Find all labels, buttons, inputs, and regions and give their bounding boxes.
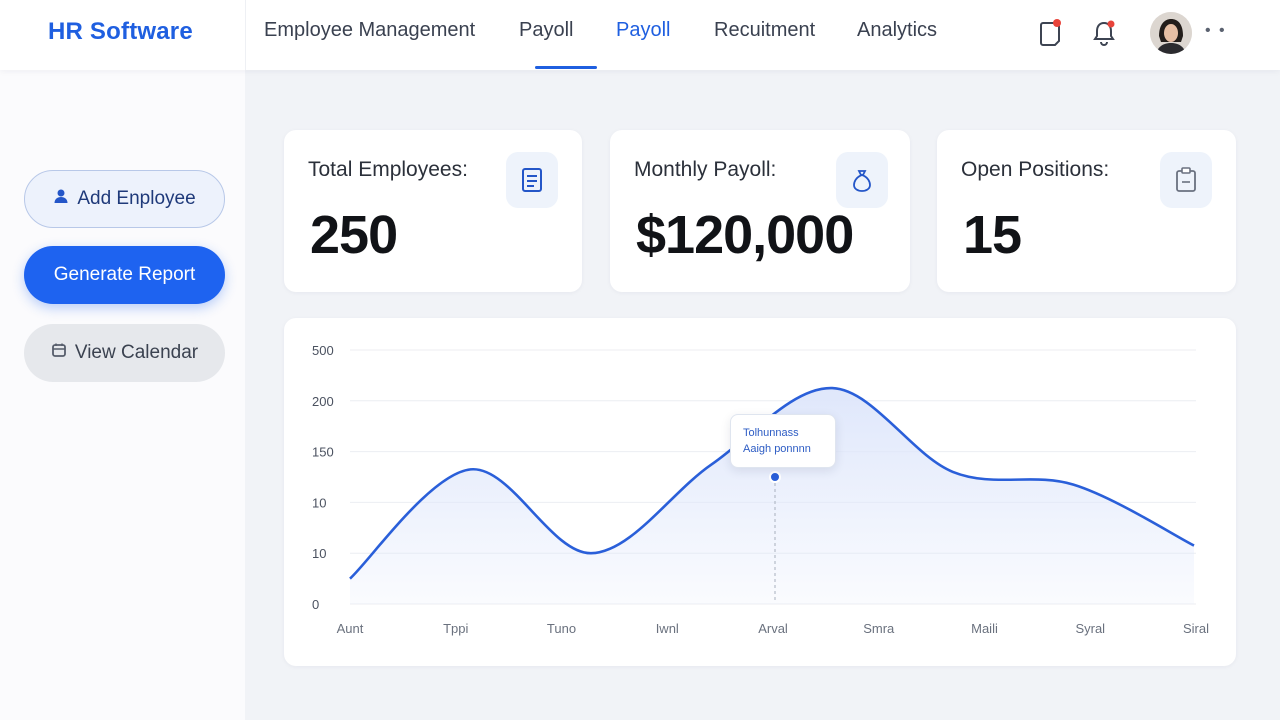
generate-report-label: Generate Report — [53, 264, 196, 285]
top-bar: HR Software Employee Management Payoll P… — [0, 0, 1280, 70]
view-calendar-button[interactable]: View Calendar — [24, 324, 225, 382]
payroll-chart: 500 200 150 10 10 0 Aunt Tppi Tuno Iwnl Arval Smra M… — [284, 318, 1236, 666]
chart-canvas: 500 200 150 10 10 0 Aunt Tppi Tuno Iwnl Arval Smra M… — [312, 343, 1209, 636]
add-employee-label: Add Enployee — [77, 188, 196, 209]
calendar-icon — [51, 342, 67, 364]
stat-card-monthly-payroll: Monthly Payoll: $120,000 — [610, 130, 910, 292]
x-tick-label: Smra — [863, 621, 895, 636]
y-tick-label: 0 — [312, 597, 319, 612]
x-tick-label: Tuno — [547, 621, 576, 636]
x-tick-label: Arval — [758, 621, 788, 636]
stat-value: 15 — [963, 205, 1022, 265]
y-tick-label: 200 — [312, 394, 334, 409]
active-tab-indicator — [535, 66, 597, 69]
x-tick-label: Tppi — [443, 621, 468, 636]
nav-item-recruitment[interactable]: Recuitment — [714, 19, 815, 42]
nav-item-employee-management[interactable]: Employee Management — [264, 19, 475, 42]
nav-item-analytics[interactable]: Analytics — [857, 19, 937, 42]
stat-label: Monthly Payoll: — [634, 158, 777, 181]
document-icon — [506, 152, 558, 208]
stat-card-open-positions: Open Positions: 15 — [937, 130, 1236, 292]
generate-report-button[interactable]: Generate Report — [24, 246, 225, 304]
y-tick-label: 10 — [312, 495, 326, 510]
chart-tooltip: Tolhunnass Aaigh ponnnn — [730, 414, 836, 468]
tooltip-line-2: Aaigh ponnnn — [743, 443, 811, 455]
avatar[interactable] — [1150, 12, 1192, 54]
view-calendar-label: View Calendar — [74, 342, 199, 363]
stat-label: Total Employees: — [308, 158, 468, 181]
x-tick-label: Siral — [1183, 621, 1209, 636]
more-menu-icon[interactable]: • • — [1205, 22, 1227, 40]
y-tick-label: 500 — [312, 343, 334, 358]
y-tick-label: 150 — [312, 445, 334, 460]
stat-value: $120,000 — [636, 205, 854, 265]
app-title[interactable]: HR Software — [48, 18, 193, 46]
y-tick-label: 10 — [312, 546, 326, 561]
nav-item-payroll[interactable]: Payoll — [519, 19, 573, 42]
user-icon — [53, 188, 69, 210]
stat-card-total-employees: Total Employees: 250 — [284, 130, 582, 292]
sidebar: Add Enployee Generate Report View Calend… — [0, 70, 245, 720]
x-tick-label: Aunt — [337, 621, 364, 636]
x-tick-label: Syral — [1075, 621, 1105, 636]
bell-icon[interactable] — [1090, 16, 1118, 48]
clipboard-icon — [1160, 152, 1212, 208]
clipboard-alert-icon[interactable] — [1036, 16, 1064, 48]
x-tick-label: Maili — [971, 621, 998, 636]
add-employee-button[interactable]: Add Enployee — [24, 170, 225, 228]
nav-item-payroll-active[interactable]: Payoll — [616, 19, 670, 42]
tooltip-line-1: Tolhunnass — [743, 427, 799, 439]
money-bag-icon — [836, 152, 888, 208]
stat-value: 250 — [310, 205, 398, 265]
brand-area: HR Software — [0, 0, 246, 70]
data-point-marker[interactable] — [769, 471, 781, 483]
x-tick-label: Iwnl — [656, 621, 679, 636]
stat-label: Open Positions: — [961, 158, 1110, 181]
